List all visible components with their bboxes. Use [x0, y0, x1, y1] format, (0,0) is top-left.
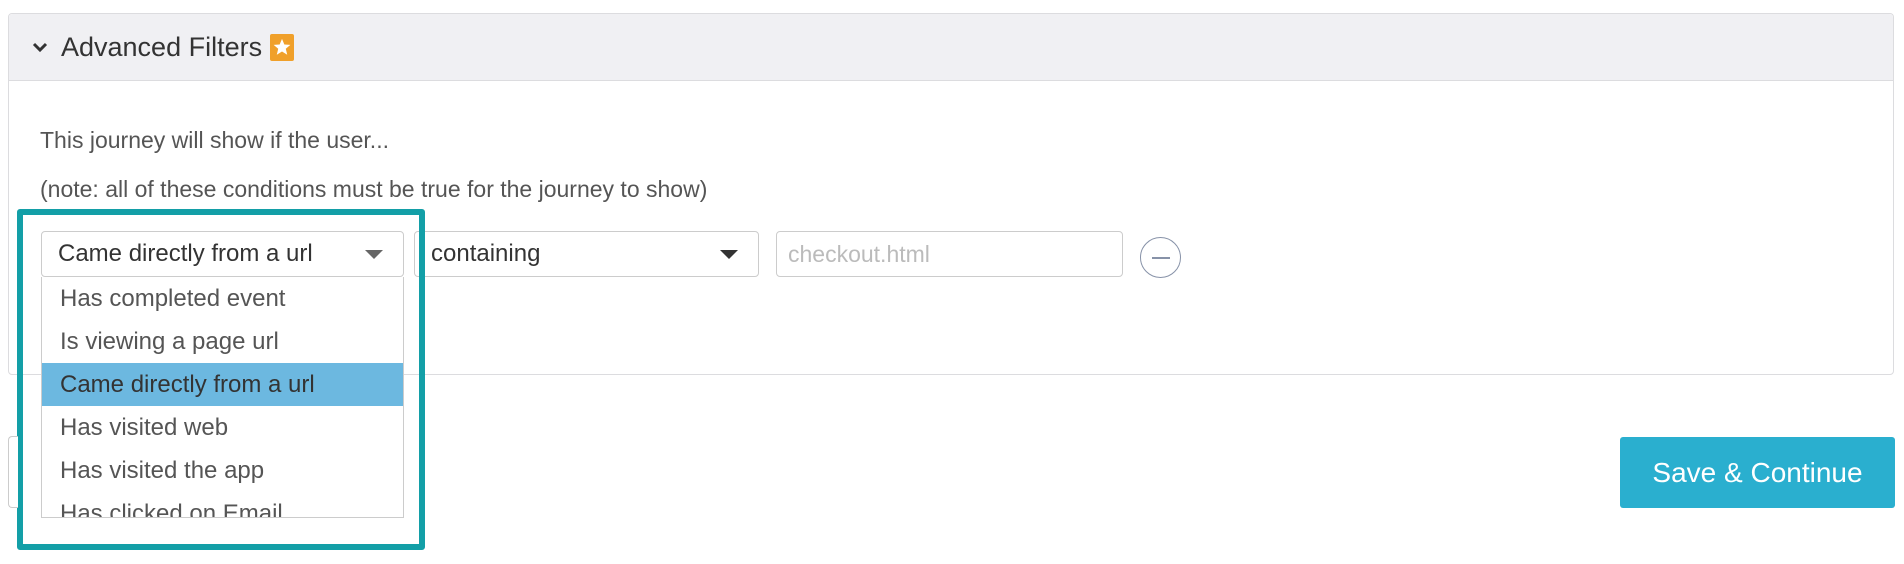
dropdown-option[interactable]: Has clicked on Email: [42, 492, 403, 517]
dropdown-option[interactable]: Has visited the app: [42, 449, 403, 492]
remove-condition-button[interactable]: [1140, 237, 1181, 278]
save-continue-button[interactable]: Save & Continue: [1620, 437, 1895, 508]
dropdown-option-selected[interactable]: Came directly from a url: [42, 363, 403, 406]
dropdown-option[interactable]: Has completed event: [42, 277, 403, 320]
star-icon: [270, 33, 295, 61]
panel-title: Advanced Filters: [61, 31, 263, 62]
back-button-edge[interactable]: [8, 436, 18, 508]
minus-circle-icon: [1151, 256, 1170, 259]
operator-select[interactable]: containing: [414, 231, 759, 277]
panel-header[interactable]: Advanced Filters: [9, 14, 1893, 81]
url-input[interactable]: [776, 231, 1123, 277]
condition-dropdown-list[interactable]: Has completed event Is viewing a page ur…: [41, 277, 404, 518]
caret-down-icon: [720, 250, 738, 259]
condition-select[interactable]: Came directly from a url: [41, 231, 404, 277]
dropdown-option[interactable]: Has visited web: [42, 406, 403, 449]
dropdown-option[interactable]: Is viewing a page url: [42, 320, 403, 363]
operator-select-value: containing: [431, 240, 541, 267]
chevron-down-icon[interactable]: [29, 36, 51, 58]
caret-down-icon: [365, 250, 383, 259]
condition-select-value: Came directly from a url: [58, 240, 313, 267]
journey-intro-text: This journey will show if the user...: [40, 127, 389, 153]
conditions-note-text: (note: all of these conditions must be t…: [40, 176, 708, 202]
